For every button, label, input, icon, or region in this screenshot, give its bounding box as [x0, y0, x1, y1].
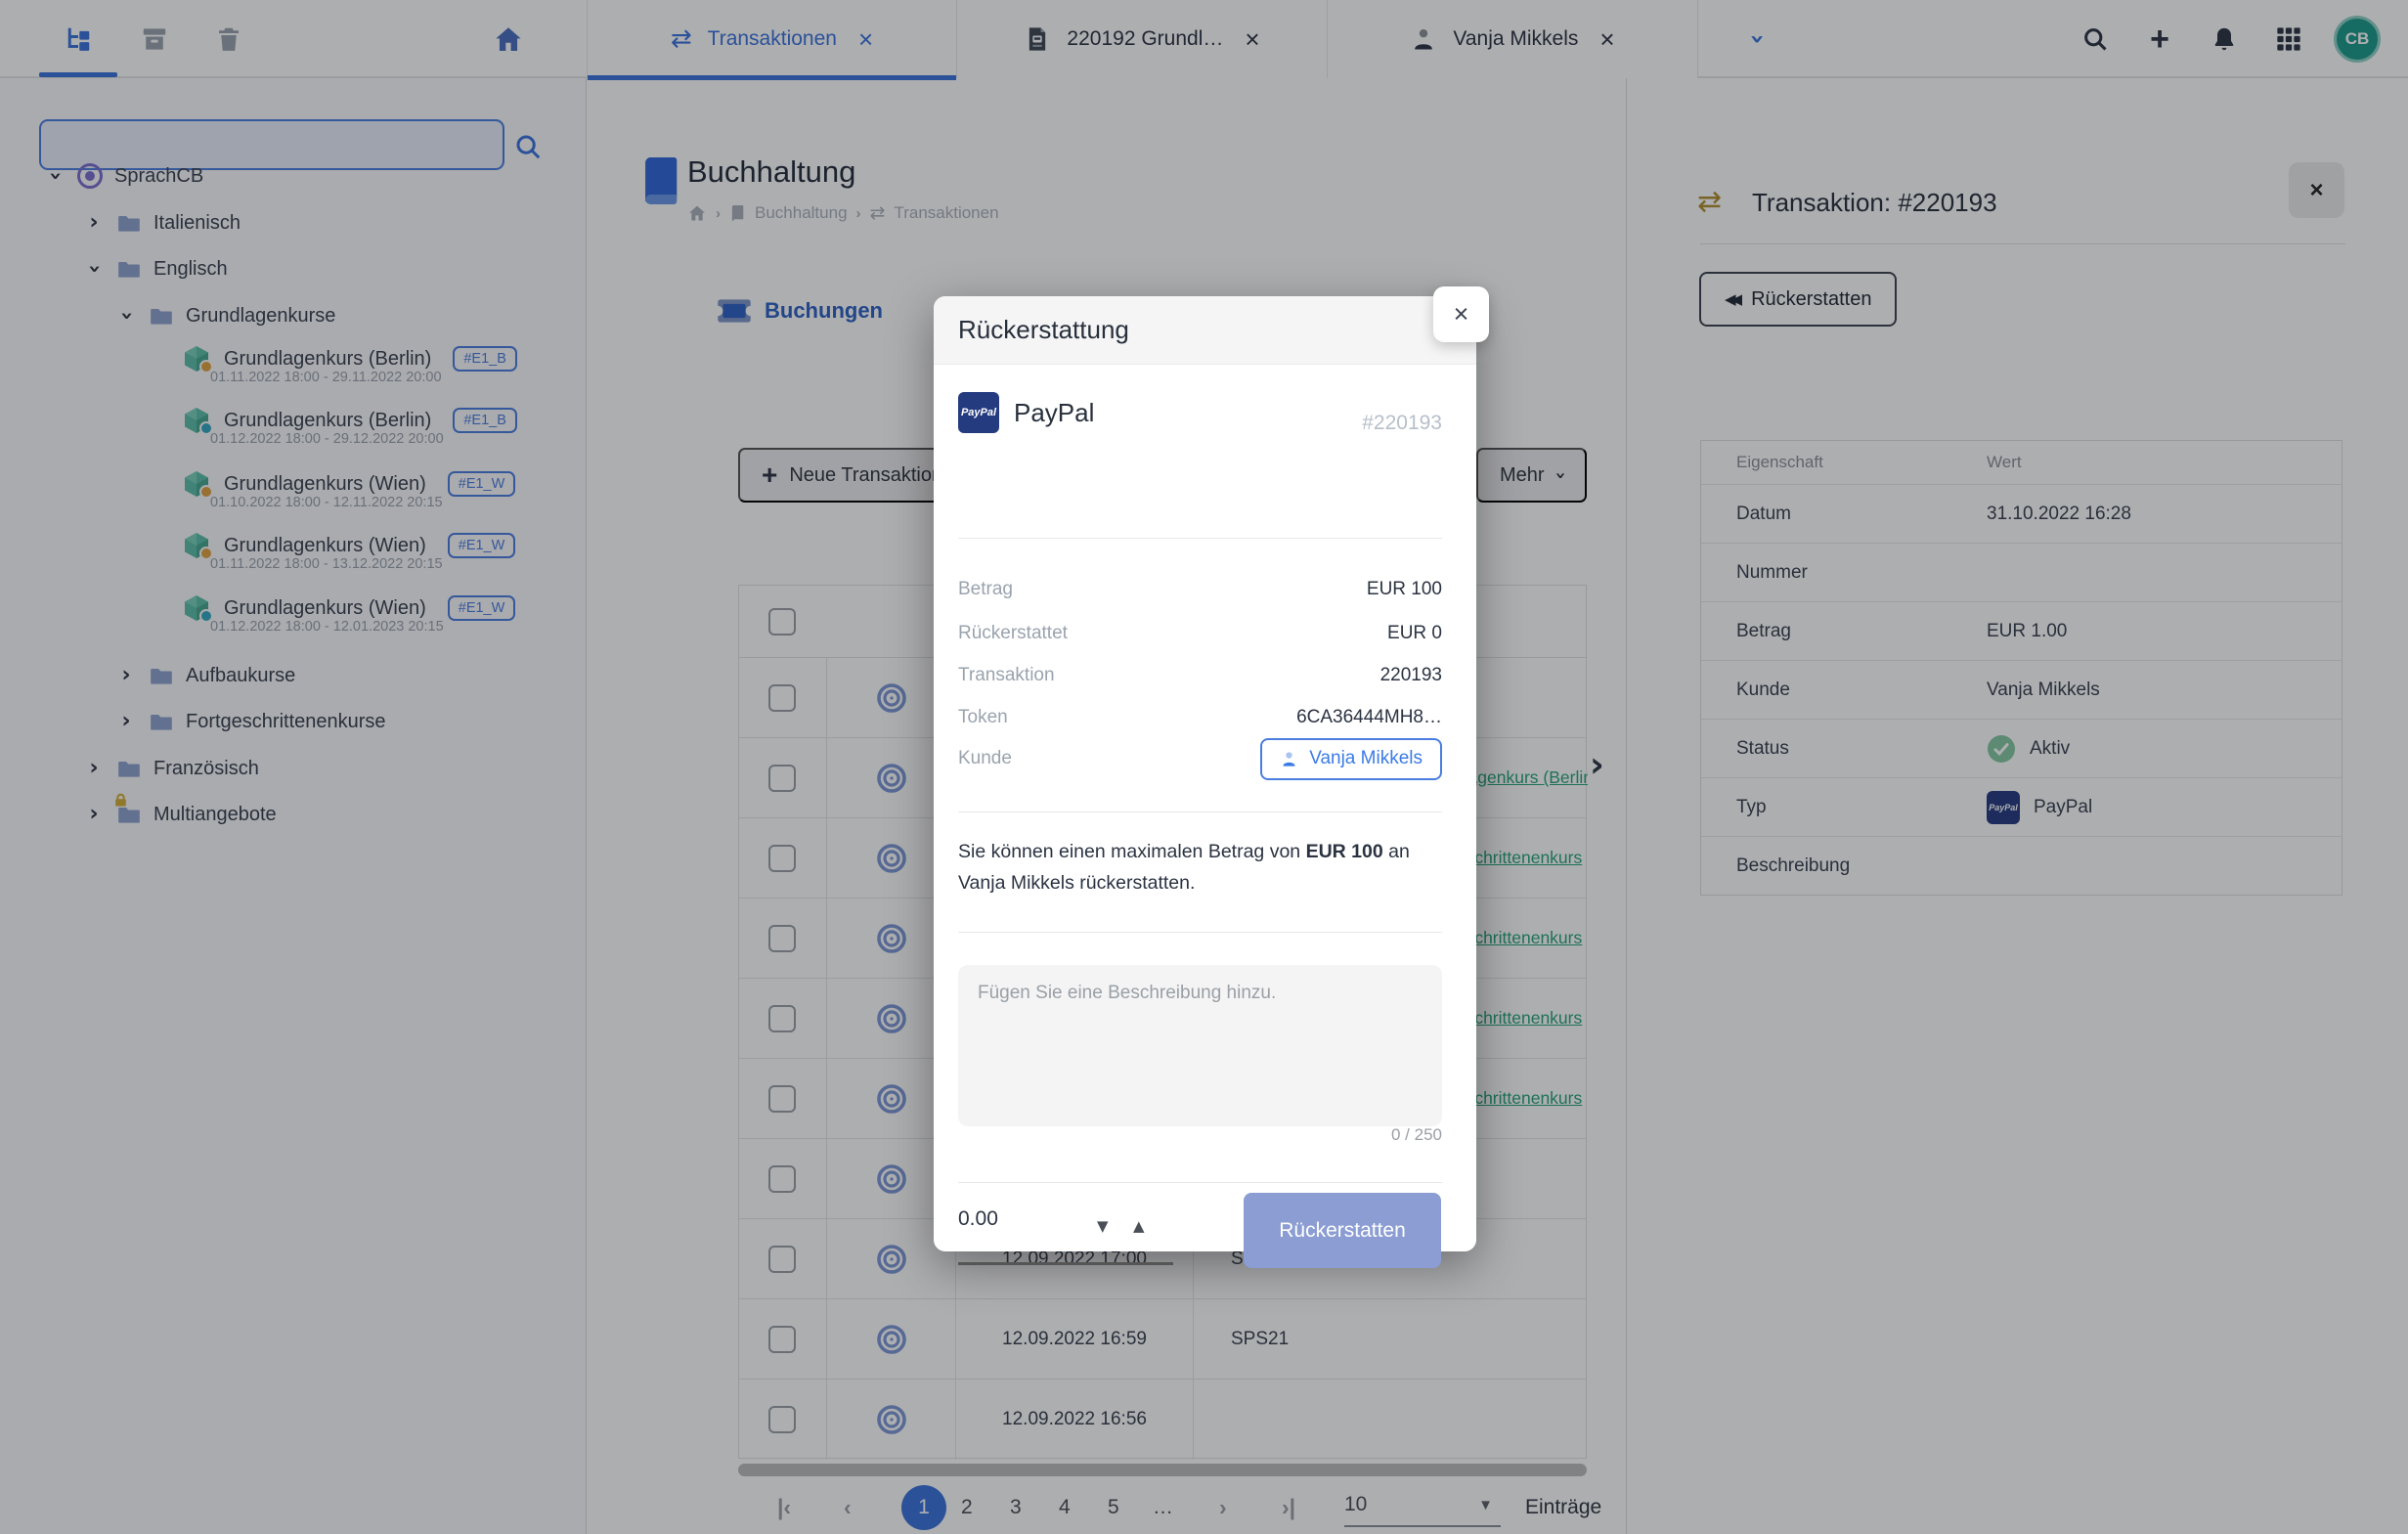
field-label: Rückerstattet — [958, 623, 1068, 644]
detail-row: Token 6CA36444MH8… — [958, 696, 1442, 738]
transaction-ref: #220193 — [1362, 412, 1442, 435]
decrement-icon[interactable]: ▼ — [1097, 1217, 1109, 1235]
detail-row: Betrag EUR 100 — [958, 568, 1442, 610]
refund-submit-button[interactable]: Rückerstatten — [1244, 1193, 1441, 1268]
field-value: EUR 0 — [1387, 623, 1442, 644]
detail-row: Rückerstattet EUR 0 — [958, 612, 1442, 654]
divider — [958, 538, 1442, 539]
amount-field: ▼ ▲ — [958, 1207, 1173, 1231]
char-counter: 0 / 250 — [1391, 1125, 1442, 1145]
person-icon — [1280, 750, 1298, 768]
provider-row: PayPal PayPal — [958, 392, 1094, 433]
increment-icon[interactable]: ▲ — [1133, 1217, 1145, 1235]
field-label: Token — [958, 707, 1008, 728]
customer-name: Vanja Mikkels — [1309, 748, 1423, 769]
field-label: Transaktion — [958, 665, 1055, 686]
max-amount: EUR 100 — [1306, 841, 1383, 862]
modal-close-button[interactable]: × — [1433, 286, 1489, 342]
amount-input[interactable] — [958, 1207, 1066, 1231]
app: ⇄ Transaktionen × 220192 Grundl… × Vanja… — [0, 0, 2408, 1534]
field-label: Betrag — [958, 579, 1013, 600]
divider — [958, 1182, 1442, 1183]
input-underline — [958, 1262, 1173, 1265]
field-label: Kunde — [958, 748, 1012, 769]
detail-row: Kunde Vanja Mikkels — [958, 736, 1442, 781]
description-textarea[interactable] — [958, 965, 1442, 1126]
detail-row: Transaktion 220193 — [958, 654, 1442, 696]
field-value: EUR 100 — [1367, 579, 1442, 600]
paypal-logo: PayPal — [958, 392, 999, 433]
field-value: 6CA36444MH8… — [1296, 707, 1442, 728]
modal-title: Rückerstattung — [934, 296, 1476, 365]
refund-info-text: Sie können einen maximalen Betrag von EU… — [958, 836, 1442, 898]
refund-modal: × Rückerstattung PayPal PayPal #220193 B… — [934, 296, 1476, 1251]
divider — [958, 811, 1442, 812]
field-value: 220193 — [1380, 665, 1442, 686]
divider — [958, 932, 1442, 933]
customer-button[interactable]: Vanja Mikkels — [1260, 738, 1442, 780]
provider-name: PayPal — [1014, 398, 1094, 428]
